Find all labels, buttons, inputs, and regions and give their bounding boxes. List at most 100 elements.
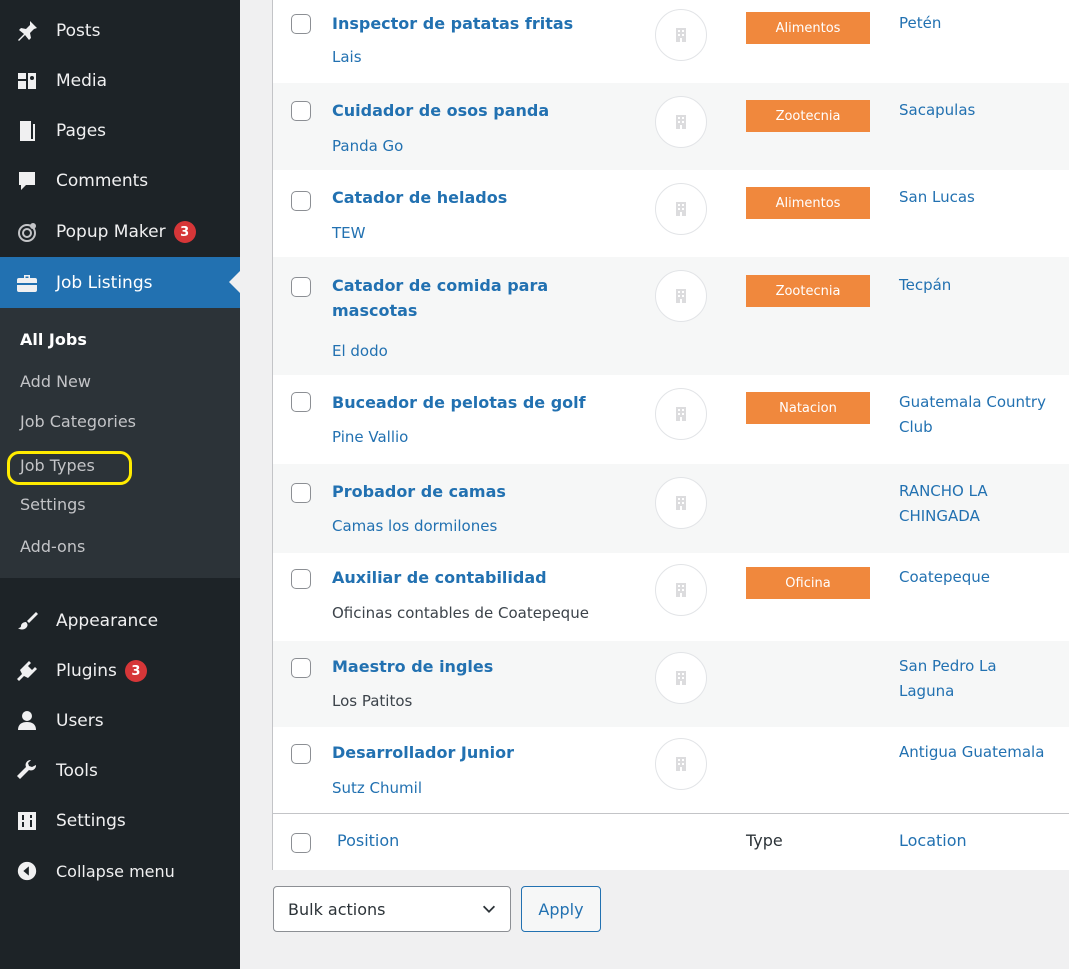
building-icon	[676, 583, 686, 597]
comment-icon	[12, 166, 42, 196]
job-location[interactable]: San Lucas	[899, 185, 1069, 210]
company-logo-placeholder	[655, 477, 707, 529]
job-title-link[interactable]: Probador de camas	[332, 479, 506, 504]
bulk-actions-select[interactable]: Bulk actions	[273, 886, 511, 932]
menu-label: Users	[56, 711, 104, 731]
menu-item-comments[interactable]: Comments	[0, 156, 240, 206]
settings-icon	[12, 806, 42, 836]
column-position[interactable]: Position	[337, 831, 399, 850]
menu-item-media[interactable]: Media	[0, 56, 240, 106]
chevron-down-icon	[482, 905, 496, 913]
pages-icon	[12, 116, 42, 146]
menu-item-posts[interactable]: Posts	[0, 6, 240, 56]
menu-item-job-listings[interactable]: Job Listings	[0, 257, 240, 308]
company-name[interactable]: Sutz Chumil	[332, 778, 422, 798]
paintbrush-icon	[12, 606, 42, 636]
submenu-all-jobs[interactable]: All Jobs	[20, 329, 87, 351]
job-title-link[interactable]: Buceador de pelotas de golf	[332, 390, 586, 415]
menu-item-plugins[interactable]: Plugins 3	[0, 646, 240, 696]
job-location[interactable]: RANCHO LA CHINGADA	[899, 479, 1029, 529]
menu-item-appearance[interactable]: Appearance	[0, 596, 240, 646]
company-logo-placeholder	[655, 388, 707, 440]
row-checkbox[interactable]	[291, 658, 311, 678]
company-logo-placeholder	[655, 183, 707, 235]
company-logo-placeholder	[655, 96, 707, 148]
company-name[interactable]: TEW	[332, 223, 365, 243]
job-location[interactable]: Antigua Guatemala	[899, 740, 1069, 765]
company-name[interactable]: Lais	[332, 47, 362, 67]
row-checkbox[interactable]	[291, 744, 311, 764]
company-name[interactable]: El dodo	[332, 341, 388, 361]
table-row: Catador de comida para mascotas El dodo …	[273, 257, 1069, 375]
update-count-badge: 3	[124, 660, 147, 682]
building-icon	[676, 496, 686, 510]
table-row: Catador de helados TEW Alimentos San Luc…	[273, 170, 1069, 257]
company-logo-placeholder	[655, 738, 707, 790]
company-logo-placeholder	[655, 652, 707, 704]
submenu-add-new[interactable]: Add New	[20, 371, 91, 393]
row-checkbox[interactable]	[291, 191, 311, 211]
submenu-add-ons[interactable]: Add-ons	[20, 536, 85, 558]
job-location[interactable]: Petén	[899, 11, 1069, 36]
row-checkbox[interactable]	[291, 277, 311, 297]
menu-label: Job Listings	[56, 272, 153, 293]
job-title-link[interactable]: Auxiliar de contabilidad	[332, 565, 547, 590]
job-location[interactable]: Coatepeque	[899, 565, 1069, 590]
job-title-link[interactable]: Cuidador de osos panda	[332, 98, 549, 123]
collapse-menu-button[interactable]: Collapse menu	[0, 846, 240, 896]
table-row: Maestro de ingles Los Patitos San Pedro …	[273, 641, 1069, 727]
row-checkbox[interactable]	[291, 569, 311, 589]
company-name[interactable]: Camas los dormilones	[332, 516, 497, 536]
menu-item-popup-maker[interactable]: Popup Maker 3	[0, 207, 240, 257]
column-type: Type	[746, 831, 783, 850]
user-icon	[12, 706, 42, 736]
menu-item-settings[interactable]: Settings	[0, 796, 240, 846]
apply-button[interactable]: Apply	[521, 886, 601, 932]
job-type-tag: Zootecnia	[746, 275, 870, 307]
menu-item-users[interactable]: Users	[0, 696, 240, 746]
active-indicator	[229, 271, 240, 293]
job-type-tag: Natacion	[746, 392, 870, 424]
row-checkbox[interactable]	[291, 483, 311, 503]
briefcase-icon	[12, 268, 42, 298]
table-row: Auxiliar de contabilidad Oficinas contab…	[273, 553, 1069, 641]
table-row: Desarrollador Junior Sutz Chumil Antigua…	[273, 727, 1069, 813]
row-checkbox[interactable]	[291, 101, 311, 121]
column-location[interactable]: Location	[899, 831, 967, 850]
job-location[interactable]: San Pedro La Laguna	[899, 654, 1019, 704]
submenu-job-categories[interactable]: Job Categories	[20, 411, 136, 433]
menu-label: Collapse menu	[56, 861, 175, 881]
wrench-icon	[12, 756, 42, 786]
company-name: Oficinas contables de Coatepeque	[332, 604, 589, 622]
row-checkbox[interactable]	[291, 392, 311, 412]
menu-item-pages[interactable]: Pages	[0, 106, 240, 156]
building-icon	[676, 757, 686, 771]
job-type-tag: Alimentos	[746, 12, 870, 44]
job-location[interactable]: Guatemala Country Club	[899, 390, 1069, 440]
job-type-tag: Alimentos	[746, 187, 870, 219]
building-icon	[676, 115, 686, 129]
table-row: Inspector de patatas fritas Lais Aliment…	[273, 0, 1069, 83]
building-icon	[676, 202, 686, 216]
job-location[interactable]: Sacapulas	[899, 98, 1069, 123]
job-location[interactable]: Tecpán	[899, 273, 1069, 298]
menu-label: Posts	[56, 21, 101, 41]
job-title-link[interactable]: Catador de helados	[332, 185, 507, 210]
pin-icon	[12, 16, 42, 46]
job-types-highlight	[7, 451, 132, 485]
submenu-settings[interactable]: Settings	[20, 494, 86, 516]
job-title-link[interactable]: Inspector de patatas fritas	[332, 11, 573, 36]
main-content: Inspector de patatas fritas Lais Aliment…	[240, 0, 1069, 969]
select-all-checkbox[interactable]	[291, 833, 311, 853]
company-name[interactable]: Pine Vallio	[332, 427, 408, 447]
company-logo-placeholder	[655, 564, 707, 616]
company-logo-placeholder	[655, 270, 707, 322]
menu-item-tools[interactable]: Tools	[0, 746, 240, 796]
job-title-link[interactable]: Maestro de ingles	[332, 654, 493, 679]
job-title-link[interactable]: Catador de comida para mascotas	[332, 273, 602, 323]
row-checkbox[interactable]	[291, 14, 311, 34]
company-name[interactable]: Panda Go	[332, 136, 403, 156]
job-title-link[interactable]: Desarrollador Junior	[332, 740, 514, 765]
company-name: Los Patitos	[332, 692, 413, 710]
table-row: Buceador de pelotas de golf Pine Vallio …	[273, 375, 1069, 464]
